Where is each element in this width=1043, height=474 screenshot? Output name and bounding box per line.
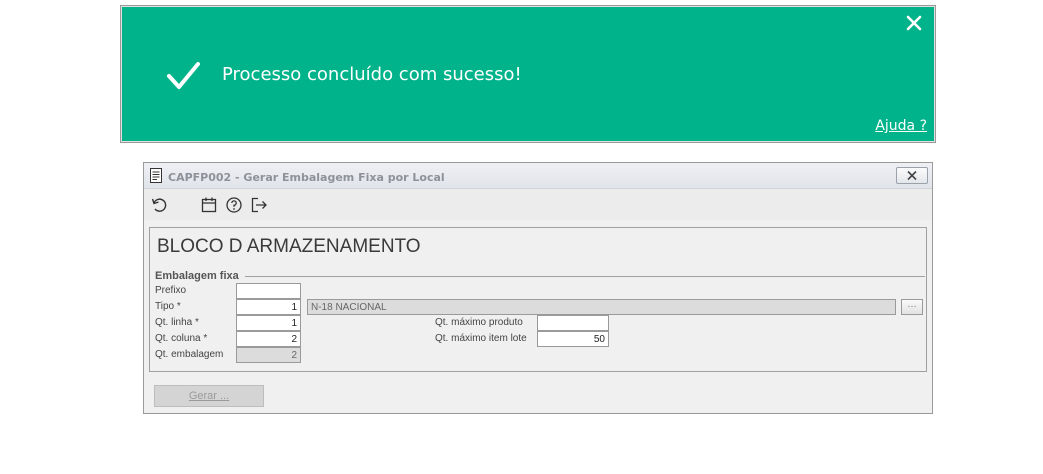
qt-max-produto-field[interactable] — [537, 315, 609, 331]
title-bar: CAPFP002 - Gerar Embalagem Fixa por Loca… — [144, 163, 932, 189]
close-icon[interactable] — [903, 12, 925, 34]
success-message: Processo concluído com sucesso! — [222, 64, 522, 85]
block-title: BLOCO D ARMAZENAMENTO — [157, 236, 421, 257]
app-window: CAPFP002 - Gerar Embalagem Fixa por Loca… — [143, 162, 933, 414]
help-link[interactable]: Ajuda ? — [875, 118, 927, 134]
qt-embalagem-field: 2 — [236, 347, 301, 363]
calendar-icon[interactable] — [200, 196, 218, 214]
qt-embalagem-label: Qt. embalagem — [155, 349, 224, 360]
tipo-description: N-18 NACIONAL — [307, 299, 896, 315]
success-notification: Processo concluído com sucesso! Ajuda ? — [120, 5, 936, 143]
group-label: Embalagem fixa — [155, 270, 241, 282]
refresh-icon[interactable] — [150, 196, 168, 214]
window-close-button[interactable] — [896, 167, 928, 184]
qt-coluna-label: Qt. coluna * — [155, 333, 208, 344]
document-icon — [150, 168, 162, 183]
gerar-label: Gerar ... — [188, 390, 230, 402]
qt-max-item-lote-field[interactable]: 50 — [537, 331, 609, 347]
form-content: BLOCO D ARMAZENAMENTO Embalagem fixa Pre… — [144, 220, 932, 413]
qt-linha-field[interactable]: 1 — [236, 315, 301, 331]
storage-block-panel: BLOCO D ARMAZENAMENTO Embalagem fixa Pre… — [149, 227, 927, 372]
help-icon[interactable] — [225, 196, 243, 214]
qt-max-produto-label: Qt. máximo produto — [435, 317, 523, 328]
prefixo-label: Prefixo — [155, 285, 187, 296]
exit-icon[interactable] — [250, 196, 268, 214]
qt-linha-label: Qt. linha * — [155, 317, 199, 328]
checkmark-icon — [165, 58, 201, 94]
gerar-button[interactable]: Gerar ... — [154, 385, 264, 407]
window-title: CAPFP002 - Gerar Embalagem Fixa por Loca… — [168, 171, 445, 184]
prefixo-field[interactable] — [236, 283, 301, 299]
tipo-label: Tipo * — [155, 301, 181, 312]
qt-coluna-field[interactable]: 2 — [236, 331, 301, 347]
tipo-lookup-button[interactable]: … — [901, 299, 923, 315]
group-divider — [245, 276, 925, 277]
tipo-field[interactable]: 1 — [236, 299, 301, 315]
toolbar — [144, 190, 932, 220]
qt-max-item-lote-label: Qt. máximo item lote — [435, 333, 527, 344]
